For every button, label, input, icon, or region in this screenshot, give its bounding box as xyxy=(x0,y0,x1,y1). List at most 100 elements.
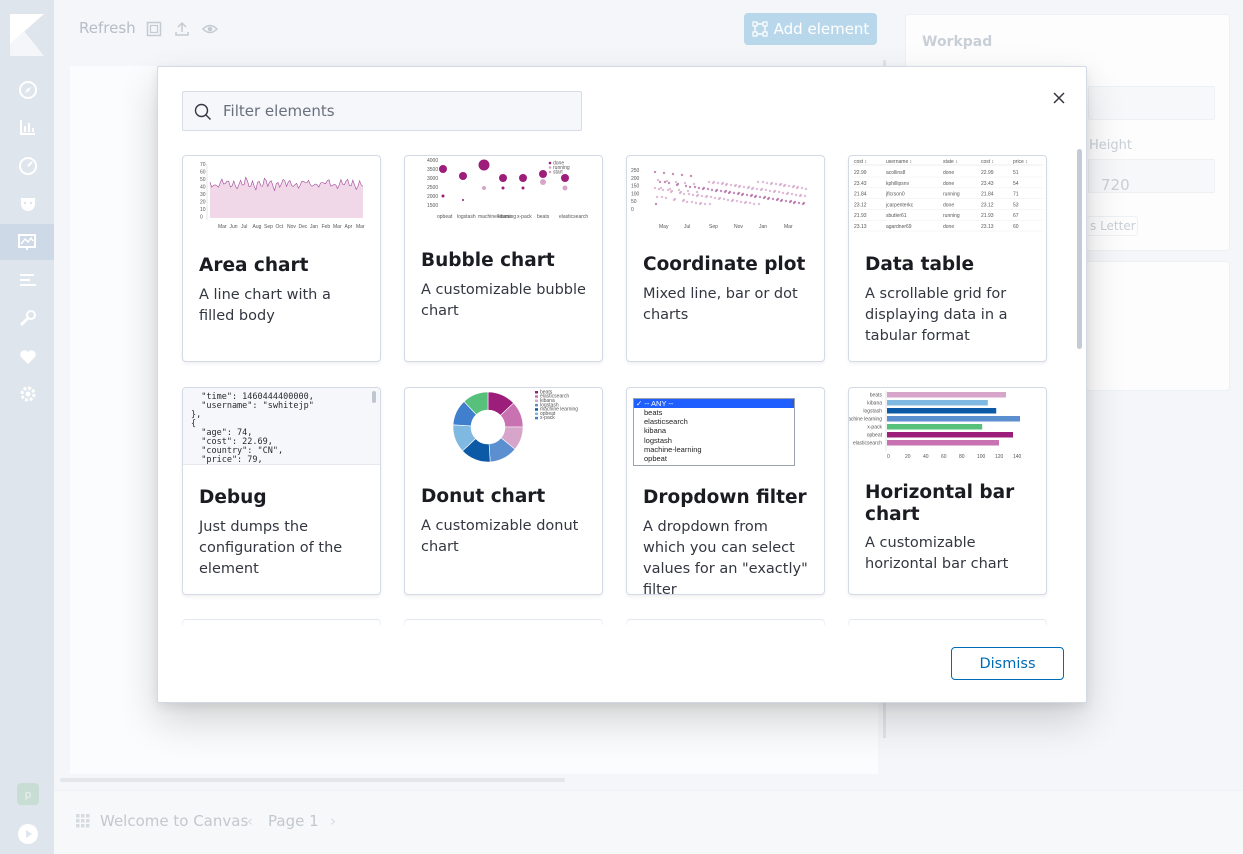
table-cell: acollins8 xyxy=(886,170,906,176)
coord-dot xyxy=(776,197,780,201)
filter-elements-search[interactable] xyxy=(182,91,582,131)
search-icon xyxy=(194,103,211,120)
dashboard-icon[interactable] xyxy=(17,155,39,177)
coord-dot xyxy=(780,198,784,202)
coord-dot xyxy=(803,194,807,198)
view-eye-icon[interactable] xyxy=(202,21,218,37)
coord-dot xyxy=(712,180,716,184)
coord-dot xyxy=(671,172,675,176)
area-x-label: Oct xyxy=(276,224,284,230)
collapse-play-icon[interactable] xyxy=(17,823,39,845)
workpad-name-field[interactable] xyxy=(1088,86,1215,120)
previous-page-chevron-icon[interactable]: ‹ xyxy=(247,812,253,830)
coord-dot xyxy=(729,183,733,187)
coord-dot xyxy=(715,188,719,192)
hbar-x-label: 80 xyxy=(959,454,965,460)
element-card-dropdown-filter[interactable]: ✓ -- ANY -- beats elasticsearch kibana logs… xyxy=(626,387,825,595)
hbar-x-label: 0 xyxy=(887,454,890,460)
fullscreen-icon[interactable] xyxy=(146,21,162,37)
workpad-name[interactable]: Welcome to Canvas xyxy=(100,812,248,830)
coord-dot xyxy=(664,196,668,200)
share-upload-icon[interactable] xyxy=(174,21,190,37)
donut-legend-swatch xyxy=(535,399,538,403)
card-title: Debug xyxy=(199,487,267,508)
monitoring-heart-icon[interactable] xyxy=(17,346,39,368)
bubble-x-label: kibana xyxy=(497,214,512,220)
element-card-coordinate-plot[interactable]: 250 200 150 100 50 0 May Jul Sep Nov Jan Mar Coord… xyxy=(626,155,825,362)
dropdown-selected-option: ✓ -- ANY -- xyxy=(634,399,794,408)
coord-dot xyxy=(697,186,701,190)
area-x-label: Mar xyxy=(333,224,342,230)
table-cell: running xyxy=(943,192,960,198)
table-cell: 54 xyxy=(1013,181,1019,187)
coord-dot xyxy=(687,192,691,196)
coord-dot xyxy=(786,191,790,195)
modal-scrollbar[interactable] xyxy=(1077,149,1082,349)
page-size-preset-button[interactable]: s Letter xyxy=(1081,216,1138,236)
element-card-debug[interactable]: "time": 1460444400000, "username": "swhi… xyxy=(182,387,381,595)
area-x-label: Feb xyxy=(322,224,331,230)
coord-dot xyxy=(695,190,699,194)
left-nav: p xyxy=(0,0,54,854)
dismiss-button[interactable]: Dismiss xyxy=(951,647,1064,680)
coord-dot xyxy=(655,195,659,199)
table-cell: 23.43 xyxy=(854,181,867,187)
coord-dot xyxy=(728,190,732,194)
bubble-y-label: 2000 xyxy=(427,194,438,200)
user-avatar[interactable]: p xyxy=(17,783,39,805)
coord-dot xyxy=(725,182,729,186)
table-cell: 21.93 xyxy=(854,213,867,219)
hbar-label: elasticsearch xyxy=(853,441,882,447)
next-page-chevron-icon[interactable]: › xyxy=(330,812,336,830)
dev-tools-wrench-icon[interactable] xyxy=(17,307,39,329)
element-card-data-table[interactable]: cost ↕ username ↕ state ↕ cost ↕ price ↕ 22.9… xyxy=(848,155,1047,362)
bubble-legend-swatch xyxy=(548,170,552,174)
area-y-label: 70 xyxy=(200,162,206,168)
page-grid-icon[interactable] xyxy=(76,814,90,828)
coord-dot xyxy=(689,174,693,178)
coord-dot xyxy=(657,187,661,191)
apm-icon[interactable] xyxy=(17,269,39,291)
coord-x-label: May xyxy=(659,224,669,230)
page-indicator[interactable]: Page 1 xyxy=(268,812,319,830)
card-description: Mixed line, bar or dot charts xyxy=(643,286,798,323)
element-card-next-row xyxy=(404,619,603,625)
canvas-horizontal-scrollbar[interactable] xyxy=(60,778,565,782)
element-card-horizontal-bar-chart[interactable]: beats kibana logstash machine learning x-pac… xyxy=(848,387,1047,595)
kibana-logo-icon[interactable] xyxy=(10,14,44,56)
management-gear-icon[interactable] xyxy=(17,383,39,405)
element-card-donut-chart[interactable]: beats elasticsearch kibana logstash machine … xyxy=(404,387,603,595)
area-x-label: Sep xyxy=(264,224,273,230)
discover-icon[interactable] xyxy=(17,79,39,101)
visualize-icon[interactable] xyxy=(17,116,39,138)
canvas-nav-active-icon[interactable] xyxy=(0,224,54,260)
add-element-button[interactable]: Add element xyxy=(744,13,877,45)
hbar-bar xyxy=(887,392,1006,398)
refresh-button[interactable]: Refresh xyxy=(79,19,136,37)
coord-dot xyxy=(713,196,717,200)
element-card-area-chart[interactable]: 70 60 50 40 30 20 10 0 Mar Jun Jul Aug Sep Oct Nov Dec… xyxy=(182,155,381,362)
hbar-bar xyxy=(887,432,1013,438)
coord-dot xyxy=(667,181,671,185)
coord-dot xyxy=(694,201,698,205)
coord-dot xyxy=(684,184,688,188)
coord-dot xyxy=(796,185,800,189)
filter-elements-input[interactable] xyxy=(223,92,573,130)
hbar-label: machine learning xyxy=(849,417,882,423)
coord-dot xyxy=(731,198,735,202)
hbar-x-label: 40 xyxy=(923,454,929,460)
card-title: Area chart xyxy=(199,255,309,276)
area-chart-thumbnail: 706050403020100 Mar Jun Jul Aug Sep Oct Nov Dec… xyxy=(200,162,365,230)
coord-dot xyxy=(707,180,711,184)
element-card-bubble-chart[interactable]: 4000 3500 3000 2500 2000 1500 done running star… xyxy=(404,155,603,362)
bubble-legend-label: start xyxy=(553,170,563,176)
coord-dot xyxy=(794,193,798,197)
card-title: Coordinate plot xyxy=(643,254,806,275)
add-element-icon xyxy=(752,21,768,37)
coord-dot xyxy=(797,201,801,205)
dropdown-filter-thumbnail: ✓ -- ANY -- beats elasticsearch kibana logs… xyxy=(627,388,824,468)
coord-dot xyxy=(677,188,681,192)
timelion-icon[interactable] xyxy=(17,193,39,215)
close-icon[interactable] xyxy=(1048,87,1070,109)
area-x-label: Aug xyxy=(253,224,262,230)
